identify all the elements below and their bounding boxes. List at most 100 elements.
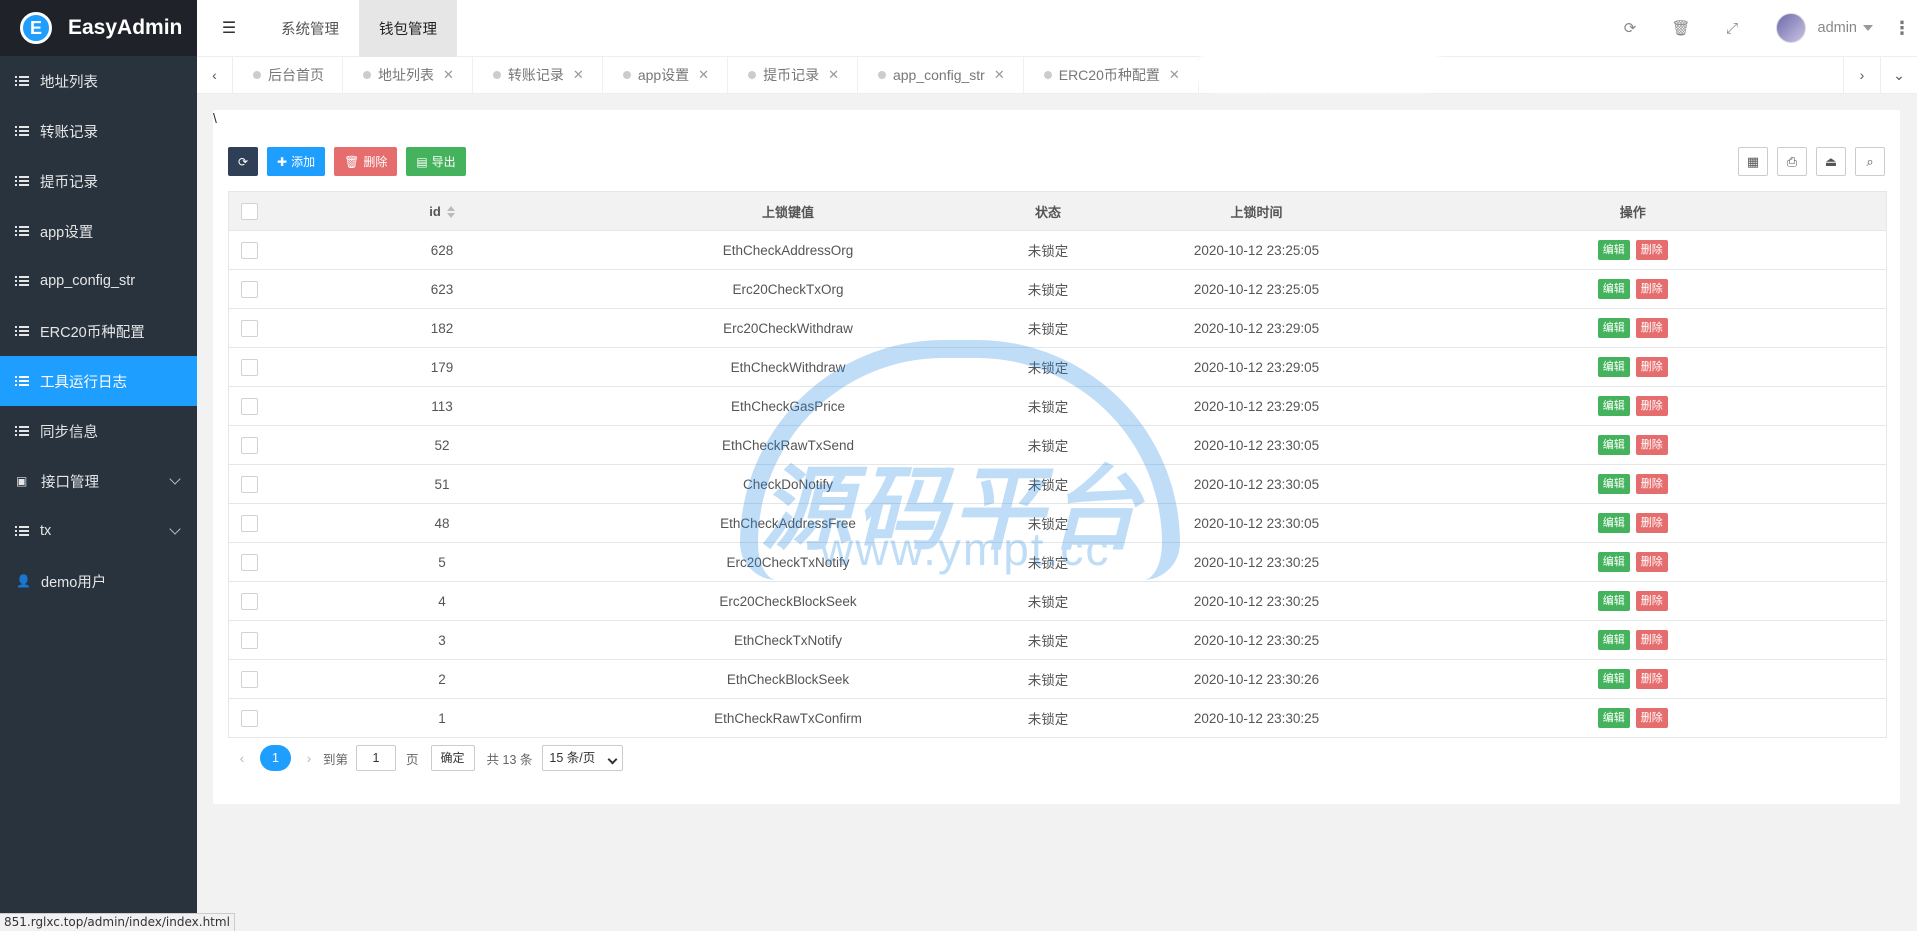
close-icon[interactable]: ✕ [698, 67, 709, 83]
close-icon[interactable]: ✕ [443, 67, 454, 83]
row-delete-button[interactable]: 删除 [1635, 318, 1668, 338]
table-row[interactable]: 52 EthCheckRawTxSend 未锁定 2020-10-12 23:30:0… [228, 425, 1887, 465]
row-checkbox[interactable] [241, 553, 259, 571]
edit-button[interactable]: 编辑 [1597, 630, 1630, 650]
page-tab[interactable]: ERC20币种配置 ✕ [1024, 56, 1199, 94]
add-button[interactable]: ✚ 添加 [267, 147, 326, 176]
sidebar-item[interactable]: 同步信息 [0, 406, 197, 456]
prev-page-icon[interactable]: ‹ [228, 750, 256, 766]
refresh-button[interactable]: ⟳ [228, 147, 258, 176]
tabs-menu-icon[interactable]: ⌄ [1880, 56, 1917, 94]
edit-button[interactable]: 编辑 [1597, 240, 1630, 260]
edit-button[interactable]: 编辑 [1597, 513, 1630, 533]
columns-icon[interactable]: ▦ [1738, 147, 1768, 176]
table-row[interactable]: 623 Erc20CheckTxOrg 未锁定 2020-10-12 23:25:05… [228, 269, 1887, 309]
page-tab[interactable]: 转账记录 ✕ [473, 56, 603, 94]
sidebar-item[interactable]: ERC20币种配置 [0, 306, 197, 356]
table-row[interactable]: 3 EthCheckTxNotify 未锁定 2020-10-12 23:30:25 编… [228, 620, 1887, 660]
table-row[interactable]: 182 Erc20CheckWithdraw 未锁定 2020-10-12 23:29… [228, 308, 1887, 348]
confirm-button[interactable]: 确定 [430, 745, 475, 771]
row-delete-button[interactable]: 删除 [1635, 630, 1668, 650]
table-row[interactable]: 179 EthCheckWithdraw 未锁定 2020-10-12 23:29:0… [228, 347, 1887, 387]
table-row[interactable]: 4 Erc20CheckBlockSeek 未锁定 2020-10-12 23:30:… [228, 581, 1887, 621]
menu-toggle-icon[interactable]: ☰ [197, 0, 261, 57]
table-row[interactable]: 628 EthCheckAddressOrg 未锁定 2020-10-12 23:25… [228, 230, 1887, 270]
tabs-next-icon[interactable]: › [1843, 56, 1880, 94]
delete-button[interactable]: 🗑 删除 [334, 147, 398, 176]
sidebar-item[interactable]: ▣ 接口管理 [0, 456, 197, 506]
row-delete-button[interactable]: 删除 [1635, 435, 1668, 455]
caret-down-icon[interactable] [1863, 25, 1873, 31]
close-icon[interactable]: ✕ [828, 67, 839, 83]
logo[interactable]: E EasyAdmin [0, 0, 197, 56]
row-delete-button[interactable]: 删除 [1635, 474, 1668, 494]
sidebar-item[interactable]: tx [0, 506, 197, 556]
row-checkbox[interactable] [241, 241, 259, 259]
edit-button[interactable]: 编辑 [1597, 669, 1630, 689]
table-row[interactable]: 2 EthCheckBlockSeek 未锁定 2020-10-12 23:30:26… [228, 659, 1887, 699]
row-checkbox[interactable] [241, 280, 259, 298]
row-checkbox[interactable] [241, 436, 259, 454]
table-row[interactable]: 113 EthCheckGasPrice 未锁定 2020-10-12 23:29:0… [228, 386, 1887, 426]
fullscreen-icon[interactable]: ⤢ [1707, 20, 1758, 37]
page-size-select[interactable]: 15 条/页 [542, 745, 624, 771]
header-tab-system[interactable]: 系统管理 [261, 0, 359, 57]
row-delete-button[interactable]: 删除 [1635, 708, 1668, 728]
row-delete-button[interactable]: 删除 [1635, 240, 1668, 260]
row-checkbox[interactable] [241, 475, 259, 493]
user-name[interactable]: admin [1818, 20, 1858, 36]
search-icon[interactable]: ⌕ [1855, 147, 1885, 176]
edit-button[interactable]: 编辑 [1597, 318, 1630, 338]
edit-button[interactable]: 编辑 [1597, 591, 1630, 611]
row-delete-button[interactable]: 删除 [1635, 279, 1668, 299]
close-icon[interactable]: ✕ [994, 67, 1005, 83]
page-tab[interactable]: 地址列表 ✕ [343, 56, 473, 94]
sidebar-item[interactable]: 转账记录 [0, 106, 197, 156]
table-row[interactable]: 1 EthCheckRawTxConfirm 未锁定 2020-10-12 23:30… [228, 698, 1887, 738]
export-button[interactable]: ▤ 导出 [406, 147, 466, 176]
print-icon[interactable]: ⎙ [1777, 147, 1807, 176]
sidebar-item[interactable]: 地址列表 [0, 56, 197, 106]
more-icon[interactable]: ⋮ [1887, 18, 1917, 39]
row-checkbox[interactable] [241, 631, 259, 649]
close-icon[interactable]: ✕ [1169, 67, 1180, 83]
row-checkbox[interactable] [241, 670, 259, 688]
page-input[interactable]: 1 [356, 745, 397, 771]
col-id[interactable]: id [270, 191, 614, 231]
sidebar-item[interactable]: app设置 [0, 206, 197, 256]
row-delete-button[interactable]: 删除 [1635, 591, 1668, 611]
row-checkbox[interactable] [241, 709, 259, 727]
sidebar-item[interactable]: 工具运行日志 [0, 356, 197, 406]
sidebar-item[interactable]: 提币记录 [0, 156, 197, 206]
refresh-icon[interactable]: ⟳ [1605, 19, 1656, 37]
table-row[interactable]: 5 Erc20CheckTxNotify 未锁定 2020-10-12 23:30:2… [228, 542, 1887, 582]
avatar[interactable] [1775, 13, 1806, 43]
table-row[interactable]: 51 CheckDoNotify 未锁定 2020-10-12 23:30:05 编辑删… [228, 464, 1887, 504]
page-tab[interactable]: app_config_str ✕ [858, 56, 1024, 94]
page-tab[interactable]: 后台首页 [233, 56, 343, 94]
row-delete-button[interactable]: 删除 [1635, 552, 1668, 572]
row-delete-button[interactable]: 删除 [1635, 396, 1668, 416]
page-tab[interactable]: 提币记录 ✕ [728, 56, 858, 94]
row-checkbox[interactable] [241, 514, 259, 532]
page-tab[interactable]: app设置 ✕ [603, 56, 729, 94]
row-checkbox[interactable] [241, 592, 259, 610]
edit-button[interactable]: 编辑 [1597, 552, 1630, 572]
table-row[interactable]: 48 EthCheckAddressFree 未锁定 2020-10-12 23:30… [228, 503, 1887, 543]
edit-button[interactable]: 编辑 [1597, 435, 1630, 455]
edit-button[interactable]: 编辑 [1597, 279, 1630, 299]
row-checkbox[interactable] [241, 397, 259, 415]
trash-icon[interactable]: 🗑 [1656, 19, 1707, 37]
header-tab-wallet[interactable]: 钱包管理 [359, 0, 457, 57]
row-delete-button[interactable]: 删除 [1635, 513, 1668, 533]
sidebar-item[interactable]: 👤 demo用户 [0, 556, 197, 606]
row-delete-button[interactable]: 删除 [1635, 669, 1668, 689]
close-icon[interactable]: ✕ [573, 67, 584, 83]
sort-icon[interactable] [446, 206, 455, 219]
edit-button[interactable]: 编辑 [1597, 357, 1630, 377]
export-icon[interactable]: ⏏ [1816, 147, 1846, 176]
current-page[interactable]: 1 [260, 745, 291, 771]
edit-button[interactable]: 编辑 [1597, 474, 1630, 494]
row-delete-button[interactable]: 删除 [1635, 357, 1668, 377]
next-page-icon[interactable]: › [295, 750, 323, 766]
